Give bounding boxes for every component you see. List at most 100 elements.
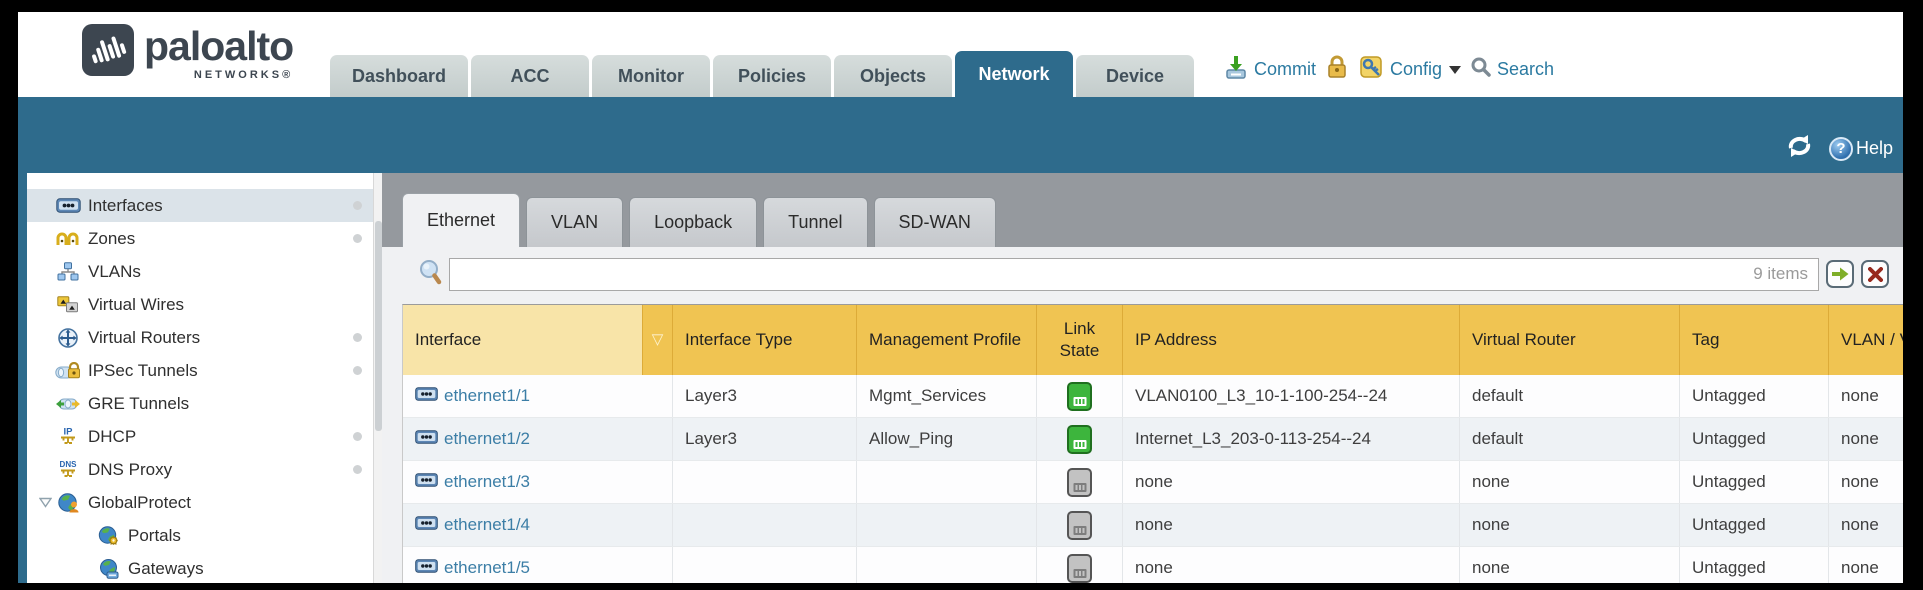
tab-objects[interactable]: Objects bbox=[834, 55, 952, 97]
tab-acc[interactable]: ACC bbox=[471, 55, 589, 97]
filter-input[interactable] bbox=[460, 265, 1753, 283]
table-header-row: Interface ▽ Interface Type Management Pr… bbox=[403, 305, 1903, 375]
tab-device[interactable]: Device bbox=[1076, 55, 1194, 97]
virtual-router-cell: default bbox=[1460, 375, 1680, 417]
column-header-ip-address[interactable]: IP Address bbox=[1123, 305, 1460, 375]
column-header-link-state[interactable]: Link State bbox=[1037, 305, 1123, 375]
sidebar-item-label: Gateways bbox=[128, 559, 382, 579]
column-header-vlan-virtual-wire[interactable]: VLAN / Virtual Wire bbox=[1829, 305, 1903, 375]
items-count: 9 items bbox=[1753, 264, 1808, 284]
link-state-cell bbox=[1037, 375, 1123, 417]
virtual-wires-icon bbox=[55, 296, 81, 313]
sidebar-item-label: GRE Tunnels bbox=[88, 394, 382, 414]
interface-cell: ethernet1/2 bbox=[403, 418, 673, 460]
column-header-interface-type[interactable]: Interface Type bbox=[673, 305, 857, 375]
sidebar-item-virtual-routers[interactable]: Virtual Routers bbox=[27, 321, 382, 354]
sidebar-scrollbar[interactable] bbox=[373, 173, 382, 583]
column-header-virtual-router[interactable]: Virtual Router bbox=[1460, 305, 1680, 375]
sidebar-item-portals[interactable]: Portals bbox=[27, 519, 382, 552]
sidebar-item-dns-proxy[interactable]: DNS DNS Proxy bbox=[27, 453, 382, 486]
lock-icon[interactable] bbox=[1325, 54, 1349, 85]
sidebar-item-ipsec-tunnels[interactable]: IPSec Tunnels bbox=[27, 354, 382, 387]
column-header-management-profile[interactable]: Management Profile bbox=[857, 305, 1037, 375]
config-dropdown[interactable]: Config bbox=[1358, 54, 1461, 85]
commit-button[interactable]: Commit bbox=[1223, 54, 1316, 85]
top-actions: Commit Config bbox=[1223, 54, 1554, 85]
interface-cell: ethernet1/4 bbox=[403, 504, 673, 546]
sidebar-item-dhcp[interactable]: IP DHCP bbox=[27, 420, 382, 453]
management-profile-cell: Allow_Ping bbox=[857, 418, 1037, 460]
column-header-interface[interactable]: Interface bbox=[403, 305, 643, 375]
clear-filter-button[interactable] bbox=[1861, 260, 1889, 288]
interface-cell: ethernet1/1 bbox=[403, 375, 673, 417]
tab-monitor[interactable]: Monitor bbox=[592, 55, 710, 97]
sidebar-item-label: VLANs bbox=[88, 262, 382, 282]
table-row[interactable]: ethernet1/2 Layer3 Allow_Ping Internet_L… bbox=[403, 418, 1903, 461]
ip-address-cell: Internet_L3_203-0-113-254--24 bbox=[1123, 418, 1460, 460]
tab-loopback[interactable]: Loopback bbox=[629, 197, 757, 247]
interface-link[interactable]: ethernet1/3 bbox=[444, 472, 530, 492]
main-nav-tabs: Dashboard ACC Monitor Policies Objects N… bbox=[330, 51, 1194, 97]
search-button[interactable]: Search bbox=[1470, 56, 1554, 83]
tag-cell: Untagged bbox=[1680, 375, 1829, 417]
status-dot bbox=[353, 366, 362, 375]
sidebar-item-label: Interfaces bbox=[88, 196, 353, 216]
help-button[interactable]: ? Help bbox=[1829, 137, 1893, 161]
refresh-icon[interactable] bbox=[1786, 134, 1813, 163]
table-row[interactable]: ethernet1/5 none none Untagged none bbox=[403, 547, 1903, 583]
interface-link[interactable]: ethernet1/1 bbox=[444, 386, 530, 406]
ethernet-tab-body: 9 items Interface ▽ Interface Type Manag… bbox=[382, 247, 1903, 583]
tab-tunnel[interactable]: Tunnel bbox=[763, 197, 867, 247]
help-icon: ? bbox=[1829, 137, 1853, 161]
table-row[interactable]: ethernet1/1 Layer3 Mgmt_Services VLAN010… bbox=[403, 375, 1903, 418]
link-state-down-icon bbox=[1067, 554, 1092, 583]
interfaces-panel: Ethernet VLAN Loopback Tunnel SD-WAN bbox=[382, 173, 1903, 583]
sort-caret-icon: ▽ bbox=[652, 329, 664, 351]
status-dot bbox=[353, 201, 362, 210]
brand-wordmark: paloalto bbox=[144, 24, 293, 68]
sidebar-item-virtual-wires[interactable]: Virtual Wires bbox=[27, 288, 382, 321]
sidebar-item-vlans[interactable]: VLANs bbox=[27, 255, 382, 288]
tab-network[interactable]: Network bbox=[955, 51, 1073, 97]
sidebar-item-interfaces[interactable]: Interfaces bbox=[27, 189, 382, 222]
ethernet-interface-icon bbox=[415, 429, 438, 449]
ipsec-tunnels-icon bbox=[55, 362, 81, 380]
tab-vlan[interactable]: VLAN bbox=[526, 197, 623, 247]
tab-sdwan[interactable]: SD-WAN bbox=[874, 197, 996, 247]
sidebar-item-globalprotect[interactable]: GlobalProtect bbox=[27, 486, 382, 519]
apply-filter-button[interactable] bbox=[1826, 260, 1854, 288]
column-sort-dropdown[interactable]: ▽ bbox=[643, 305, 673, 375]
status-dot bbox=[353, 432, 362, 441]
interface-link[interactable]: ethernet1/4 bbox=[444, 515, 530, 535]
table-row[interactable]: ethernet1/3 none none Untagged none bbox=[403, 461, 1903, 504]
ethernet-interface-icon bbox=[415, 386, 438, 406]
tag-cell: Untagged bbox=[1680, 418, 1829, 460]
sidebar-item-gateways[interactable]: Gateways bbox=[27, 552, 382, 583]
table-row[interactable]: ethernet1/4 none none Untagged none bbox=[403, 504, 1903, 547]
dhcp-icon: IP bbox=[55, 426, 81, 447]
tab-dashboard[interactable]: Dashboard bbox=[330, 55, 468, 97]
filter-search-icon bbox=[418, 259, 442, 290]
sidebar-item-gre-tunnels[interactable]: GRE Tunnels bbox=[27, 387, 382, 420]
interface-link[interactable]: ethernet1/5 bbox=[444, 558, 530, 578]
portals-icon bbox=[95, 526, 121, 546]
ip-address-cell: none bbox=[1123, 504, 1460, 546]
sidebar-item-label: GlobalProtect bbox=[88, 493, 382, 513]
ip-address-cell: VLAN0100_L3_10-1-100-254--24 bbox=[1123, 375, 1460, 417]
ethernet-interface-icon bbox=[415, 515, 438, 535]
gre-tunnels-icon bbox=[55, 396, 81, 412]
tab-policies[interactable]: Policies bbox=[713, 55, 831, 97]
expand-caret-icon[interactable] bbox=[35, 497, 55, 508]
sidebar-item-label: DNS Proxy bbox=[88, 460, 353, 480]
link-state-cell bbox=[1037, 547, 1123, 583]
column-header-tag[interactable]: Tag bbox=[1680, 305, 1829, 375]
management-profile-cell bbox=[857, 547, 1037, 583]
tab-ethernet[interactable]: Ethernet bbox=[402, 193, 520, 247]
link-state-up-icon bbox=[1067, 382, 1092, 411]
sidebar-item-zones[interactable]: Zones bbox=[27, 222, 382, 255]
status-dot bbox=[353, 234, 362, 243]
config-icon bbox=[1358, 54, 1385, 85]
interface-link[interactable]: ethernet1/2 bbox=[444, 429, 530, 449]
virtual-routers-icon bbox=[55, 328, 81, 348]
scrollbar-thumb[interactable] bbox=[375, 221, 382, 431]
